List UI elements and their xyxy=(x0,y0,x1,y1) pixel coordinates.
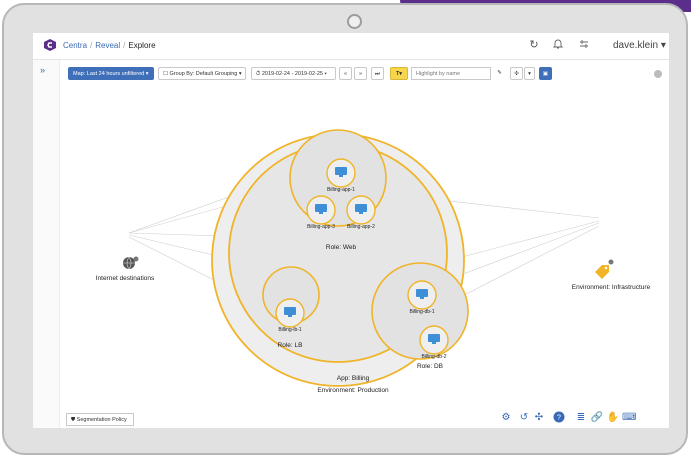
node-billing-app-2[interactable] xyxy=(346,195,376,225)
role-lb-label: Role: LB xyxy=(278,342,303,349)
help-icon[interactable]: ? xyxy=(552,411,566,425)
shield-icon: ⛊ xyxy=(71,417,76,423)
move-icon[interactable]: ✣ xyxy=(532,411,546,425)
user-name: dave.klein xyxy=(613,40,659,51)
node-label-db-1: Billing-db-1 xyxy=(409,309,434,315)
app-billing-label: App: Billing xyxy=(337,375,370,382)
app-screen: Centra / Reveal / Explore ↻ dave.klein ▾ » M… xyxy=(33,33,669,428)
refresh-icon[interactable]: ↻ xyxy=(527,38,541,52)
role-web-label: Role: Web xyxy=(326,244,357,251)
settings-sliders-icon[interactable] xyxy=(577,38,591,52)
bell-icon[interactable] xyxy=(551,38,565,52)
breadcrumb-centra[interactable]: Centra xyxy=(63,41,87,50)
hand-pan-icon[interactable]: ✋ xyxy=(606,411,620,425)
filter-t-icon[interactable]: T▾ xyxy=(390,67,408,80)
map-filter-button[interactable]: Map: Last 24 hours unfiltered ▾ xyxy=(68,67,154,80)
breadcrumb-explore: Explore xyxy=(128,41,156,50)
node-billing-db-2[interactable] xyxy=(419,325,449,355)
pencil-icon[interactable]: ✎ xyxy=(493,67,506,80)
group-by-label: Group By: Default Grouping xyxy=(169,71,238,77)
highlight-search-input[interactable] xyxy=(411,67,491,80)
rewind-icon[interactable]: « xyxy=(339,67,352,80)
sidebar xyxy=(33,60,60,428)
save-icon[interactable]: ▣ xyxy=(539,67,552,80)
node-label-app-2: Billing-app-2 xyxy=(347,224,375,230)
segmentation-policy-button[interactable]: ⛊ Segmentation Policy xyxy=(66,413,134,426)
internet-destinations-label: Internet destinations xyxy=(96,275,155,282)
gear-cluster-icon[interactable]: ⚙ xyxy=(499,411,513,425)
environment-production-label: Environment: Production xyxy=(317,387,389,394)
group-by-select[interactable]: ☐ Group By: Default Grouping ▾ xyxy=(158,67,246,80)
undo-icon[interactable]: ↺ xyxy=(517,411,531,425)
layout-dropdown-chevron-icon[interactable]: ▾ xyxy=(524,67,535,80)
list-icon[interactable]: ≣ xyxy=(574,411,588,425)
node-label-app-3: Billing-app-3 xyxy=(307,224,335,230)
segmentation-policy-label: Segmentation Policy xyxy=(76,417,127,423)
node-billing-db-1[interactable] xyxy=(407,280,437,310)
node-billing-app-3[interactable] xyxy=(306,195,336,225)
breadcrumb-reveal[interactable]: Reveal xyxy=(95,41,120,50)
camera-icon xyxy=(347,14,362,29)
skip-end-icon[interactable]: ⏭ xyxy=(371,67,384,80)
link-icon[interactable]: 🔗 xyxy=(590,411,604,425)
tag-icon[interactable] xyxy=(595,259,614,280)
svg-text:?: ? xyxy=(557,415,561,422)
node-billing-lb-1[interactable] xyxy=(275,298,305,328)
keyboard-icon[interactable]: ⌨ xyxy=(622,411,636,425)
node-label-lb-1: Billing-lb-1 xyxy=(278,327,302,333)
layout-icon[interactable]: ✣ xyxy=(510,67,523,80)
expand-sidebar-icon[interactable]: » xyxy=(40,65,45,75)
reveal-graph[interactable]: Billing-app-1 Billing-app-3 Billing-app-… xyxy=(59,83,669,408)
node-label-db-2: Billing-db-2 xyxy=(421,354,446,360)
node-label-app-1: Billing-app-1 xyxy=(327,187,355,193)
top-bar: Centra / Reveal / Explore ↻ dave.klein ▾ xyxy=(33,33,669,60)
date-range-picker[interactable]: ⏱ 2019-02-24 - 2019-02-25 ▾ xyxy=(251,67,336,80)
info-dot-icon[interactable] xyxy=(654,70,662,78)
user-menu[interactable]: dave.klein ▾ xyxy=(613,40,666,51)
role-db-label: Role: DB xyxy=(417,363,443,370)
environment-infrastructure-label: Environment: Infrastructure xyxy=(572,284,651,291)
node-billing-app-1[interactable] xyxy=(326,158,356,188)
chevron-down-icon: ▾ xyxy=(660,40,666,51)
globe-icon[interactable] xyxy=(123,256,139,270)
centra-logo-icon xyxy=(44,39,56,51)
date-range-label: 2019-02-24 - 2019-02-25 xyxy=(261,71,323,77)
breadcrumb: Centra / Reveal / Explore xyxy=(63,41,156,50)
map-filter-label: Map: Last 24 hours unfiltered xyxy=(73,71,145,77)
forward-icon[interactable]: » xyxy=(354,67,367,80)
